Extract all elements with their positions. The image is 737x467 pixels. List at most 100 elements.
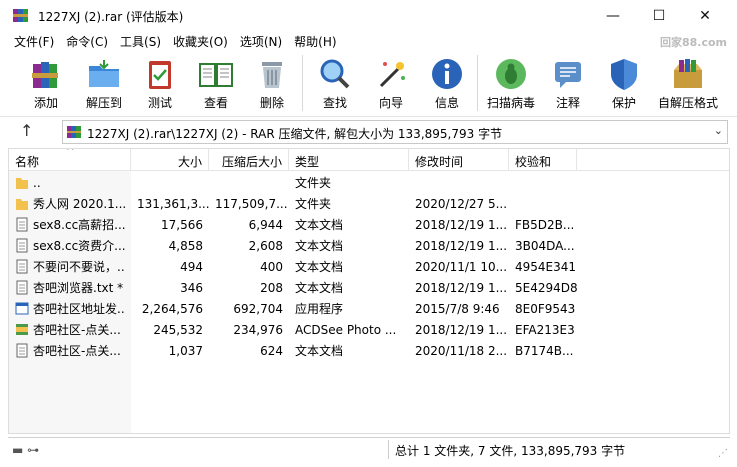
menu-command[interactable]: 命令(C) [60, 33, 114, 50]
file-packed-cell: 234,976 [233, 322, 283, 337]
comment-icon [555, 62, 581, 88]
trash-icon [262, 62, 282, 88]
rar-archive-icon [67, 126, 81, 138]
jpg-file-icon [15, 322, 29, 337]
toolbar-scan-virus-label: 扫描病毒 [486, 96, 535, 110]
bug-scan-icon [496, 59, 526, 89]
winrar-app-icon[interactable] [12, 7, 29, 24]
toolbar-info-button[interactable]: 信息 [425, 51, 469, 111]
sfx-box-icon [674, 59, 702, 88]
file-crc-cell: EFA213E3 [515, 322, 575, 337]
resize-grip-icon[interactable]: ⋰ [718, 448, 728, 459]
toolbar-separator [302, 55, 303, 111]
file-name-cell: 杏吧浏览器.txt * [9, 279, 131, 296]
toolbar-protect-button[interactable]: 保护 [602, 51, 646, 111]
column-packed[interactable]: 压缩后大小 [209, 149, 289, 171]
toolbar-wizard-label: 向导 [378, 96, 403, 110]
file-name-text: sex8.cc高薪招... [33, 218, 125, 232]
toolbar-comment-label: 注释 [555, 96, 580, 110]
table-row[interactable]: .. 文件夹 [9, 172, 729, 193]
file-type-cell: 文件夹 [295, 176, 332, 190]
menu-tools[interactable]: 工具(S) [114, 33, 167, 50]
table-row[interactable]: sex8.cc资费介... 4,858 2,608 文本文档 2018/12/19 1.… [9, 235, 729, 256]
path-field[interactable]: 1227XJ (2).rar\1227XJ (2) - RAR 压缩文件, 解包… [62, 120, 728, 144]
wand-icon [379, 62, 405, 88]
text-file-icon [15, 259, 29, 274]
toolbar-comment-button[interactable]: 注释 [546, 51, 590, 111]
toolbar-extract-button[interactable]: 解压到 [82, 51, 126, 111]
table-row[interactable]: sex8.cc高薪招... 17,566 6,944 文本文档 2018/12/19 1… [9, 214, 729, 235]
file-name-cell: sex8.cc高薪招... [9, 216, 131, 233]
file-size-cell: 2,264,576 [141, 301, 203, 316]
table-row[interactable]: 杏吧浏览器.txt * 346 208 文本文档 2018/12/19 1... 5E42… [9, 277, 729, 298]
toolbar-wizard-button[interactable]: 向导 [369, 51, 413, 111]
column-mtime[interactable]: 修改时间 [409, 149, 509, 171]
column-crc[interactable]: 校验和 [509, 149, 577, 171]
text-file-icon [15, 217, 29, 232]
file-name-cell: 杏吧社区-点关... [9, 321, 131, 338]
file-mtime-cell: 2018/12/19 1... [415, 217, 508, 232]
file-name-cell: 秀人网 2020.1... [9, 195, 131, 212]
file-size-cell: 1,037 [168, 343, 203, 358]
column-size[interactable]: 大小 [131, 149, 209, 171]
table-row[interactable]: 杏吧社区-点关... 1,037 624 文本文档 2020/11/18 2... B71… [9, 340, 729, 361]
path-text: 1227XJ (2).rar\1227XJ (2) - RAR 压缩文件, 解包… [87, 127, 503, 141]
toolbar-info-label: 信息 [434, 96, 459, 110]
file-size-cell: 494 [180, 259, 203, 274]
menu-help[interactable]: 帮助(H) [288, 33, 342, 50]
toolbar-test-button[interactable]: 测试 [138, 51, 182, 111]
status-separator [388, 440, 389, 459]
file-packed-cell: 692,704 [233, 301, 283, 316]
maximize-button[interactable]: ☐ [636, 0, 682, 31]
file-crc-cell: 4954E341 [515, 259, 577, 274]
toolbar-sfx-button[interactable]: 自解压格式 [656, 51, 720, 111]
file-type-cell: 文本文档 [295, 344, 344, 358]
toolbar-add-button[interactable]: 添加 [24, 51, 68, 111]
file-name-cell: 杏吧社区地址发... [9, 300, 131, 317]
table-row[interactable]: 不要问不要说，... 494 400 文本文档 2020/11/1 10... 4954E… [9, 256, 729, 277]
menu-bar: 文件(F) 命令(C) 工具(S) 收藏夹(O) 选项(N) 帮助(H) [0, 31, 737, 51]
file-size-cell: 4,858 [168, 238, 203, 253]
folder-extract-icon [89, 60, 119, 87]
toolbar-find-button[interactable]: 查找 [313, 51, 357, 111]
toolbar-find-label: 查找 [322, 96, 347, 110]
chevron-down-icon[interactable]: ⌄ [714, 124, 723, 137]
file-packed-cell: 624 [260, 343, 283, 358]
file-packed-cell: 400 [260, 259, 283, 274]
file-packed-cell: 2,608 [248, 238, 283, 253]
file-type-cell: 应用程序 [295, 302, 344, 316]
file-type-cell: ACDSee Photo ... [295, 322, 397, 337]
file-packed-cell: 208 [260, 280, 283, 295]
table-row[interactable]: 秀人网 2020.1... 131,361,3... 117,509,7... 文件夹… [9, 193, 729, 214]
file-mtime-cell: 2018/12/19 1... [415, 280, 508, 295]
toolbar-add-label: 添加 [33, 96, 58, 110]
title-bar: 1227XJ (2).rar (评估版本) — ☐ ✕ [0, 0, 737, 31]
column-type[interactable]: 类型 [289, 149, 409, 171]
column-name-label: 名称 [15, 155, 40, 169]
file-crc-cell: 8E0F9543 [515, 301, 576, 316]
toolbar-scan-virus-button[interactable]: 扫描病毒 [484, 51, 538, 111]
text-file-icon [15, 343, 29, 358]
up-level-button[interactable]: ↑ [20, 121, 33, 140]
menu-file[interactable]: 文件(F) [0, 33, 60, 50]
file-list[interactable]: 名称 ^ 大小 压缩后大小 类型 修改时间 校验和 .. 文件夹 秀人网 2020.… [8, 148, 730, 434]
toolbar-delete-button[interactable]: 删除 [250, 51, 294, 111]
file-mtime-cell: 2015/7/8 9:46 [415, 301, 500, 316]
close-button[interactable]: ✕ [682, 0, 728, 31]
menu-favorites[interactable]: 收藏夹(O) [167, 33, 234, 50]
toolbar-view-button[interactable]: 查看 [194, 51, 238, 111]
file-mtime-cell: 2020/12/27 5... [415, 196, 508, 211]
toolbar: 添加 解压到 测试 查看 删除 查找 向导 信息 扫描病毒 注释 保护 自解压格… [0, 51, 737, 115]
file-size-cell: 17,566 [161, 217, 203, 232]
column-name[interactable]: 名称 ^ [9, 149, 131, 171]
toolbar-view-label: 查看 [203, 96, 228, 110]
table-row[interactable]: 杏吧社区-点关... 245,532 234,976 ACDSee Photo ...… [9, 319, 729, 340]
minimize-button[interactable]: — [590, 0, 636, 31]
column-crc-label: 校验和 [515, 155, 552, 169]
file-name-cell: 不要问不要说，... [9, 258, 131, 275]
clipboard-test-icon [149, 61, 171, 89]
menu-options[interactable]: 选项(N) [234, 33, 288, 50]
book-view-icon [199, 63, 233, 87]
table-row[interactable]: 杏吧社区地址发... 2,264,576 692,704 应用程序 2015/7/8 9… [9, 298, 729, 319]
magnifier-icon [320, 59, 350, 89]
